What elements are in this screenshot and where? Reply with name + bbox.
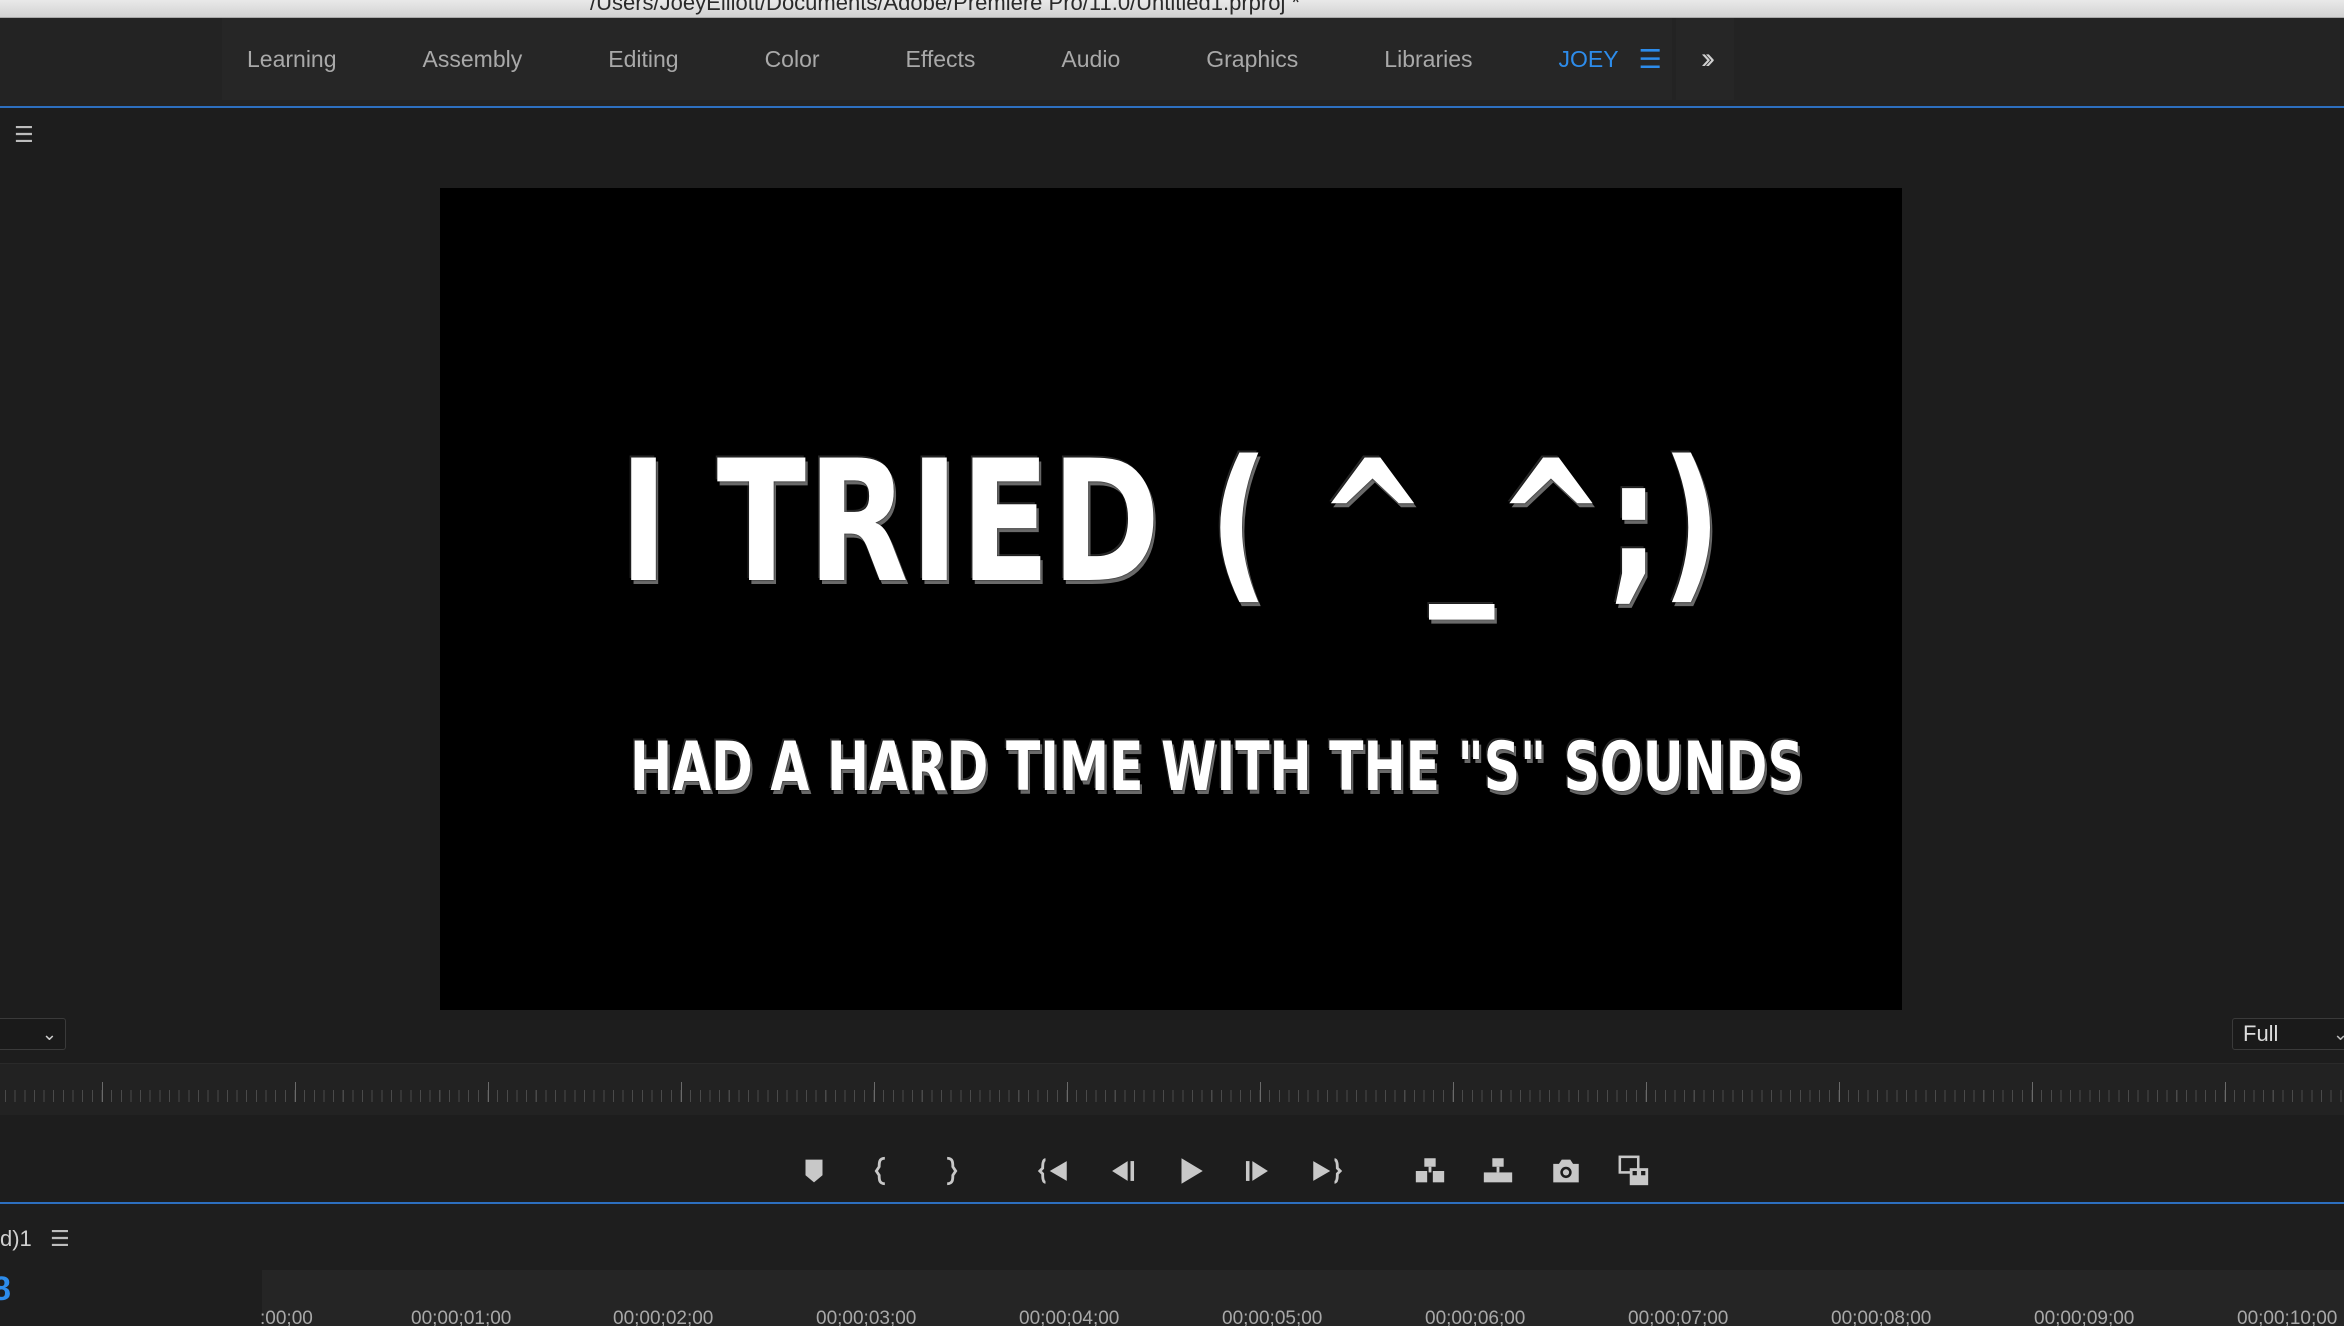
project-path: /Users/JoeyElliott/Documents/Adobe/Premi…: [590, 0, 1301, 15]
workspace-tab-joey[interactable]: JOEY: [1516, 18, 1639, 100]
workspace-tab-graphics[interactable]: Graphics: [1163, 18, 1341, 100]
monitor-time-ruler[interactable]: [0, 1063, 2344, 1115]
ruler-tick-label: 00;00;06;00: [1425, 1308, 1526, 1326]
timeline-panel: d)1 ☰ 8 :00;00 00;00;01;00 00;00;02;00 0…: [0, 1204, 2344, 1326]
ruler-tick-label: 00;00;02;00: [613, 1308, 714, 1326]
premiere-window: /Users/JoeyElliott/Documents/Adobe/Premi…: [0, 0, 2344, 1326]
workspace-tab-assembly[interactable]: Assembly: [380, 18, 566, 100]
button-editor-icon[interactable]: [1612, 1149, 1656, 1193]
step-back-icon[interactable]: [1100, 1149, 1144, 1193]
workspace-tab-editing[interactable]: Editing: [565, 18, 721, 100]
add-marker-icon[interactable]: [792, 1149, 836, 1193]
ruler-tick-label: 00;00;04;00: [1019, 1308, 1120, 1326]
ruler-tick-label: 00;00;03;00: [816, 1308, 917, 1326]
ruler-tick-label: :00;00: [260, 1308, 313, 1326]
workspace-tabs: Learning Assembly Editing Color Effects …: [222, 18, 1672, 100]
transport-controls: [780, 1143, 1668, 1199]
zoom-level-dropdown[interactable]: ⌄: [0, 1018, 66, 1050]
workspace-bar: Learning Assembly Editing Color Effects …: [0, 18, 2344, 106]
program-monitor: ☰ I TRIED ( ^_^;) HAD A HARD TIME WITH T…: [0, 108, 2344, 1202]
ruler-tick-label: 00;00;01;00: [411, 1308, 512, 1326]
ruler-tick-label: 00;00;07;00: [1628, 1308, 1729, 1326]
window-title-bar: /Users/JoeyElliott/Documents/Adobe/Premi…: [0, 0, 2344, 18]
play-icon[interactable]: [1168, 1149, 1212, 1193]
workspace-menu-icon[interactable]: ☰: [1639, 44, 1662, 75]
panel-menu-icon[interactable]: ☰: [14, 122, 34, 148]
mark-out-icon[interactable]: [928, 1149, 972, 1193]
timeline-time-ruler[interactable]: :00;00 00;00;01;00 00;00;02;00 00;00;03;…: [260, 1270, 2344, 1326]
go-to-in-icon[interactable]: [1032, 1149, 1076, 1193]
mark-in-icon[interactable]: [860, 1149, 904, 1193]
playhead-timecode[interactable]: 8: [0, 1270, 11, 1309]
workspace-tab-color[interactable]: Color: [722, 18, 863, 100]
workspace-tab-learning[interactable]: Learning: [222, 18, 380, 100]
ruler-tick-label: 00;00;10;00: [2237, 1308, 2338, 1326]
insert-icon[interactable]: [1408, 1149, 1452, 1193]
title-main-text: I TRIED ( ^_^;): [619, 424, 1723, 620]
playback-resolution-dropdown[interactable]: Full ⌄: [2232, 1018, 2344, 1050]
workspace-tab-audio[interactable]: Audio: [1018, 18, 1163, 100]
video-frame[interactable]: I TRIED ( ^_^;) HAD A HARD TIME WITH THE…: [440, 188, 1902, 1010]
resolution-value: Full: [2243, 1021, 2279, 1046]
double-chevron-right-icon[interactable]: ››: [1676, 18, 1734, 100]
go-to-out-icon[interactable]: [1304, 1149, 1348, 1193]
workspace-tab-libraries[interactable]: Libraries: [1341, 18, 1515, 100]
sequence-tab[interactable]: d)1: [0, 1226, 32, 1252]
workspace-tab-effects[interactable]: Effects: [863, 18, 1019, 100]
ruler-tick-label: 00;00;09;00: [2034, 1308, 2135, 1326]
ruler-tick-label: 00;00;05;00: [1222, 1308, 1323, 1326]
ruler-tick-label: 00;00;08;00: [1831, 1308, 1932, 1326]
overwrite-icon[interactable]: [1476, 1149, 1520, 1193]
step-forward-icon[interactable]: [1236, 1149, 1280, 1193]
chevron-down-icon: ⌄: [41, 1024, 57, 1044]
chevron-down-icon: ⌄: [2333, 1024, 2344, 1044]
panel-menu-icon[interactable]: ☰: [50, 1226, 70, 1252]
title-sub-text: HAD A HARD TIME WITH THE "S" SOUNDS: [630, 728, 1804, 807]
export-frame-icon[interactable]: [1544, 1149, 1588, 1193]
